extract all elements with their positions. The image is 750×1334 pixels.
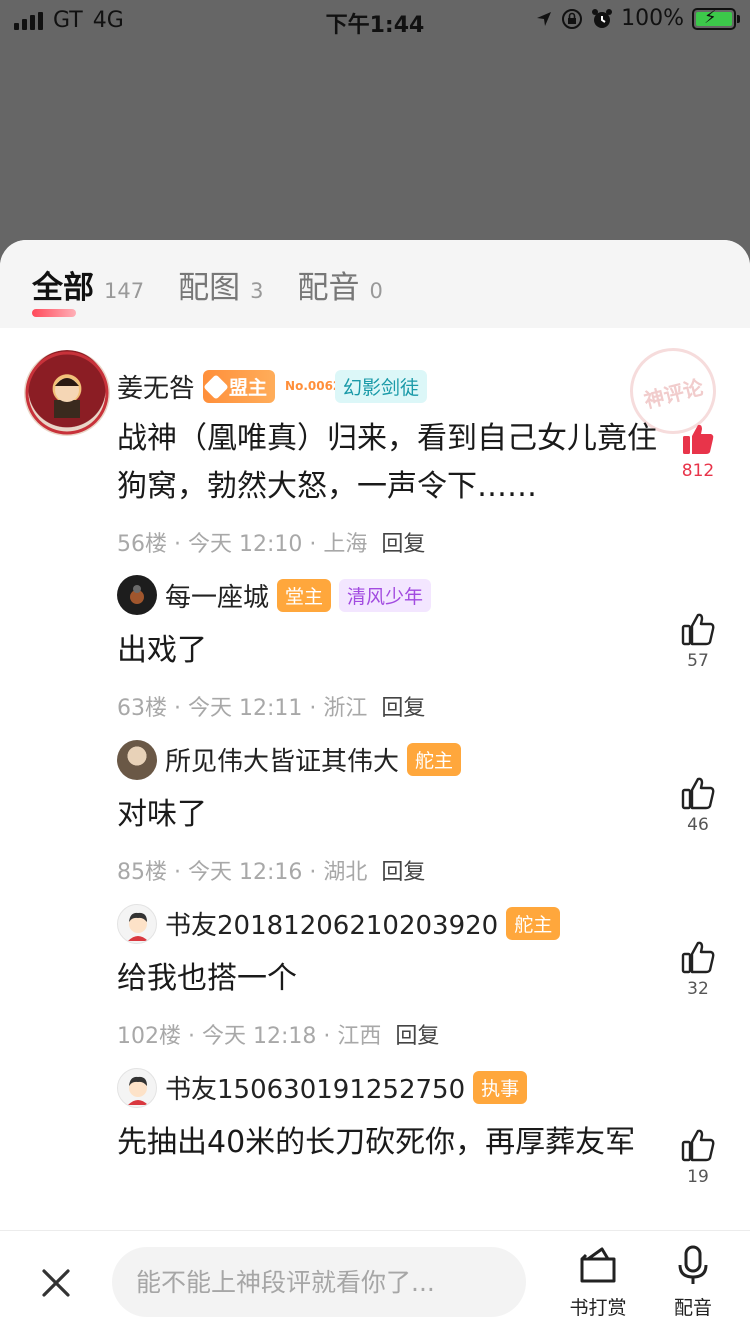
avatar[interactable] [117,1068,157,1108]
tab-audio[interactable]: 配音 0 [297,262,382,307]
floor: 102楼 [117,1024,181,1049]
default-avatar-icon [128,1076,148,1105]
rank-badge: 盟主 [203,370,276,403]
avatar-frame-icon [25,351,109,435]
reply-button[interactable]: 回复 [381,696,425,721]
location-icon [537,11,552,26]
location: 湖北 [323,860,368,885]
microphone-icon [678,1245,708,1284]
comments-sheet: 全部 147 配图 3 配音 0 神评论 姜无咎 盟主 No.00628 幻影剑… [0,240,750,1334]
rank-badge: 舵主 [407,743,462,776]
reply-button[interactable]: 回复 [395,1024,439,1049]
reward-book-icon [580,1247,616,1283]
comment-meta: 85楼 · 今天 12:16 · 湖北 回复 [117,860,426,885]
rank-badge: 堂主 [277,579,332,612]
tab-count: 3 [250,278,264,303]
comment-text: 出戏了 [117,633,207,668]
close-icon[interactable] [38,1265,74,1301]
voice-label: 配音 [673,1297,712,1319]
thumbs-up-icon [681,613,715,646]
floor: 85楼 [117,860,167,885]
diamond-icon [203,373,229,400]
reward-button[interactable]: 书打赏 [563,1243,633,1320]
tab-count: 147 [104,278,145,303]
like-button[interactable]: 57 [670,611,726,671]
tab-bar: 全部 147 配图 3 配音 0 [0,240,750,328]
like-button[interactable]: 19 [670,1127,726,1187]
comment-input[interactable] [112,1247,526,1317]
avatar-image-icon [130,585,144,604]
title-badge: 清风少年 [339,579,432,612]
default-avatar-icon [128,912,148,941]
tab-label: 配音 [297,269,360,306]
comment-text: 战神（凰唯真）归来，看到自己女儿竟住狗窝，勃然大怒，一声令下…… [117,421,657,504]
location: 上海 [323,532,368,557]
comment-meta: 56楼 · 今天 12:10 · 上海 回复 [117,532,426,557]
comment-text: 先抽出40米的长刀砍死你，再厚葬友军 [117,1125,636,1160]
alarm-icon [592,8,613,28]
floor: 63楼 [117,696,167,721]
like-count: 19 [687,1167,709,1187]
title-badge: 幻影剑徒 [335,370,428,403]
comment-text: 给我也搭一个 [117,961,297,996]
like-count: 57 [687,651,709,671]
like-count: 812 [681,461,715,481]
tab-all[interactable]: 全部 147 [32,262,145,317]
thumbs-up-icon [681,1129,715,1162]
avatar[interactable] [117,740,157,780]
reply-button[interactable]: 回复 [381,860,425,885]
reply-button[interactable]: 回复 [381,532,425,557]
username[interactable]: 所见伟大皆证其伟大 [165,741,399,778]
time: 今天 12:18 [201,1024,317,1049]
comment-input-bar: 书打赏 配音 [0,1230,750,1334]
location: 浙江 [323,696,368,721]
like-button[interactable]: 32 [670,939,726,999]
tab-images[interactable]: 配图 3 [178,262,263,307]
like-button[interactable]: 46 [670,775,726,835]
time: 今天 12:11 [187,696,303,721]
rank-badge: 舵主 [506,907,561,940]
rank-number: No.00628 [285,379,350,393]
comment-meta: 102楼 · 今天 12:18 · 江西 回复 [117,1024,440,1049]
status-bar: GT 4G 下午1:44 100% ⚡ [0,0,750,40]
time: 今天 12:10 [187,532,303,557]
avatar[interactable] [24,350,110,436]
time: 今天 12:16 [187,860,303,885]
battery-icon: ⚡ [692,7,740,30]
tab-count: 0 [369,278,383,303]
username[interactable]: 姜无咎 [117,368,195,405]
location: 江西 [337,1024,382,1049]
comment-meta: 63楼 · 今天 12:11 · 浙江 回复 [117,696,426,721]
rank-badge: 执事 [473,1071,528,1104]
avatar[interactable] [117,904,157,944]
like-count: 46 [687,815,709,835]
comment-text: 对味了 [117,797,207,832]
floor: 56楼 [117,532,167,557]
username[interactable]: 每一座城 [165,577,269,614]
reward-label: 书打赏 [569,1297,627,1319]
battery-percent: 100% [621,6,684,31]
like-count: 32 [687,979,709,999]
tab-label: 全部 [32,269,94,306]
thumbs-up-icon [681,777,715,810]
username[interactable]: 书友20181206210203920 [165,905,498,942]
thumbs-up-icon [681,941,715,974]
tab-label: 配图 [178,269,241,306]
like-button[interactable]: 812 [670,421,726,481]
username[interactable]: 书友150630191252750 [165,1069,465,1106]
thumbs-up-filled-icon [683,424,714,454]
rotation-lock-icon [562,8,583,29]
voice-button[interactable]: 配音 [658,1243,728,1320]
avatar[interactable] [117,575,157,615]
